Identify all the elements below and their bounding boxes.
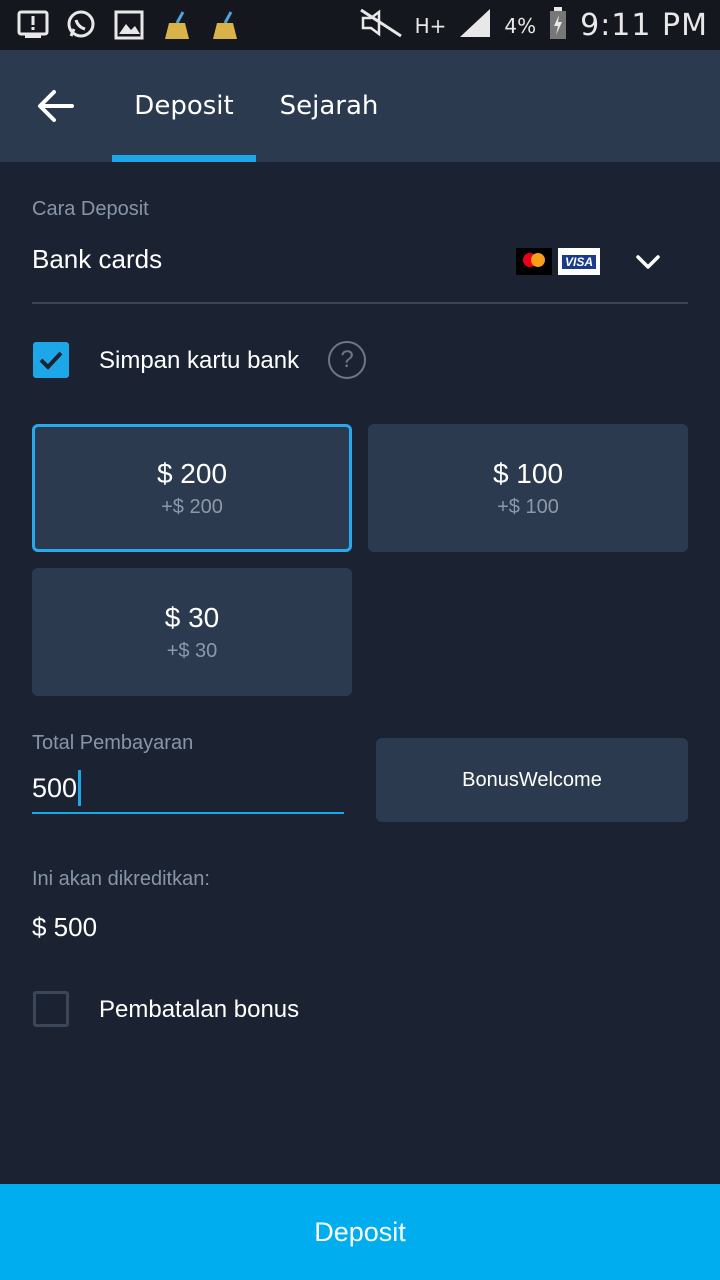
- amount-bonus: +$ 30: [166, 639, 218, 662]
- app-bar: Deposit Sejarah: [0, 50, 720, 162]
- input-underline: [32, 812, 344, 814]
- total-label: Total Pembayaran: [32, 732, 194, 754]
- signal-icon: [458, 7, 492, 44]
- amount-option-100[interactable]: $ 100 +$ 100: [368, 424, 688, 552]
- alert-icon: [16, 8, 50, 42]
- tab-sejarah[interactable]: Sejarah: [260, 50, 398, 162]
- broom-icon: [208, 8, 242, 42]
- tab-indicator: [112, 155, 256, 162]
- divider: [32, 302, 688, 304]
- gallery-icon: [112, 8, 146, 42]
- back-arrow-icon[interactable]: [36, 86, 76, 126]
- total-value: 500: [32, 772, 78, 803]
- clock: 9:11 PM: [580, 8, 708, 43]
- battery-icon: [548, 6, 568, 45]
- cancel-bonus-label[interactable]: Pembatalan bonus: [99, 996, 299, 1024]
- method-label: Cara Deposit: [32, 198, 149, 220]
- whatsapp-icon: [64, 8, 98, 42]
- visa-icon: VISA: [558, 248, 600, 275]
- checkmark-icon: [39, 351, 63, 370]
- help-icon[interactable]: ?: [328, 341, 366, 379]
- amount-option-30[interactable]: $ 30 +$ 30: [32, 568, 352, 696]
- amount-bonus: +$ 200: [161, 495, 223, 518]
- deposit-button[interactable]: Deposit: [0, 1184, 720, 1280]
- network-type: H+: [414, 13, 447, 38]
- method-value[interactable]: Bank cards: [32, 244, 162, 275]
- battery-percent: 4%: [504, 13, 537, 38]
- status-bar: H+ 4% 9:11 PM: [0, 0, 720, 50]
- amount-value: $ 200: [156, 457, 228, 489]
- amount-option-200[interactable]: $ 200 +$ 200: [32, 424, 352, 552]
- text-caret: [78, 770, 82, 806]
- cancel-bonus-checkbox[interactable]: [33, 991, 69, 1027]
- broom-icon: [160, 8, 194, 42]
- credited-label: Ini akan dikreditkan:: [32, 868, 210, 890]
- total-input[interactable]: 500: [32, 770, 82, 806]
- bonus-code-button[interactable]: BonusWelcome: [376, 738, 688, 822]
- amount-value: $ 30: [164, 601, 220, 633]
- amount-value: $ 100: [492, 457, 564, 489]
- tab-deposit[interactable]: Deposit: [112, 50, 256, 162]
- mastercard-icon: [516, 248, 552, 275]
- credited-value: $ 500: [32, 912, 98, 942]
- save-card-label[interactable]: Simpan kartu bank: [99, 347, 299, 375]
- save-card-checkbox[interactable]: [33, 342, 69, 378]
- amount-bonus: +$ 100: [497, 495, 559, 518]
- chevron-down-icon[interactable]: [634, 250, 662, 274]
- card-logos: VISA: [516, 248, 600, 275]
- mute-icon: [359, 8, 403, 43]
